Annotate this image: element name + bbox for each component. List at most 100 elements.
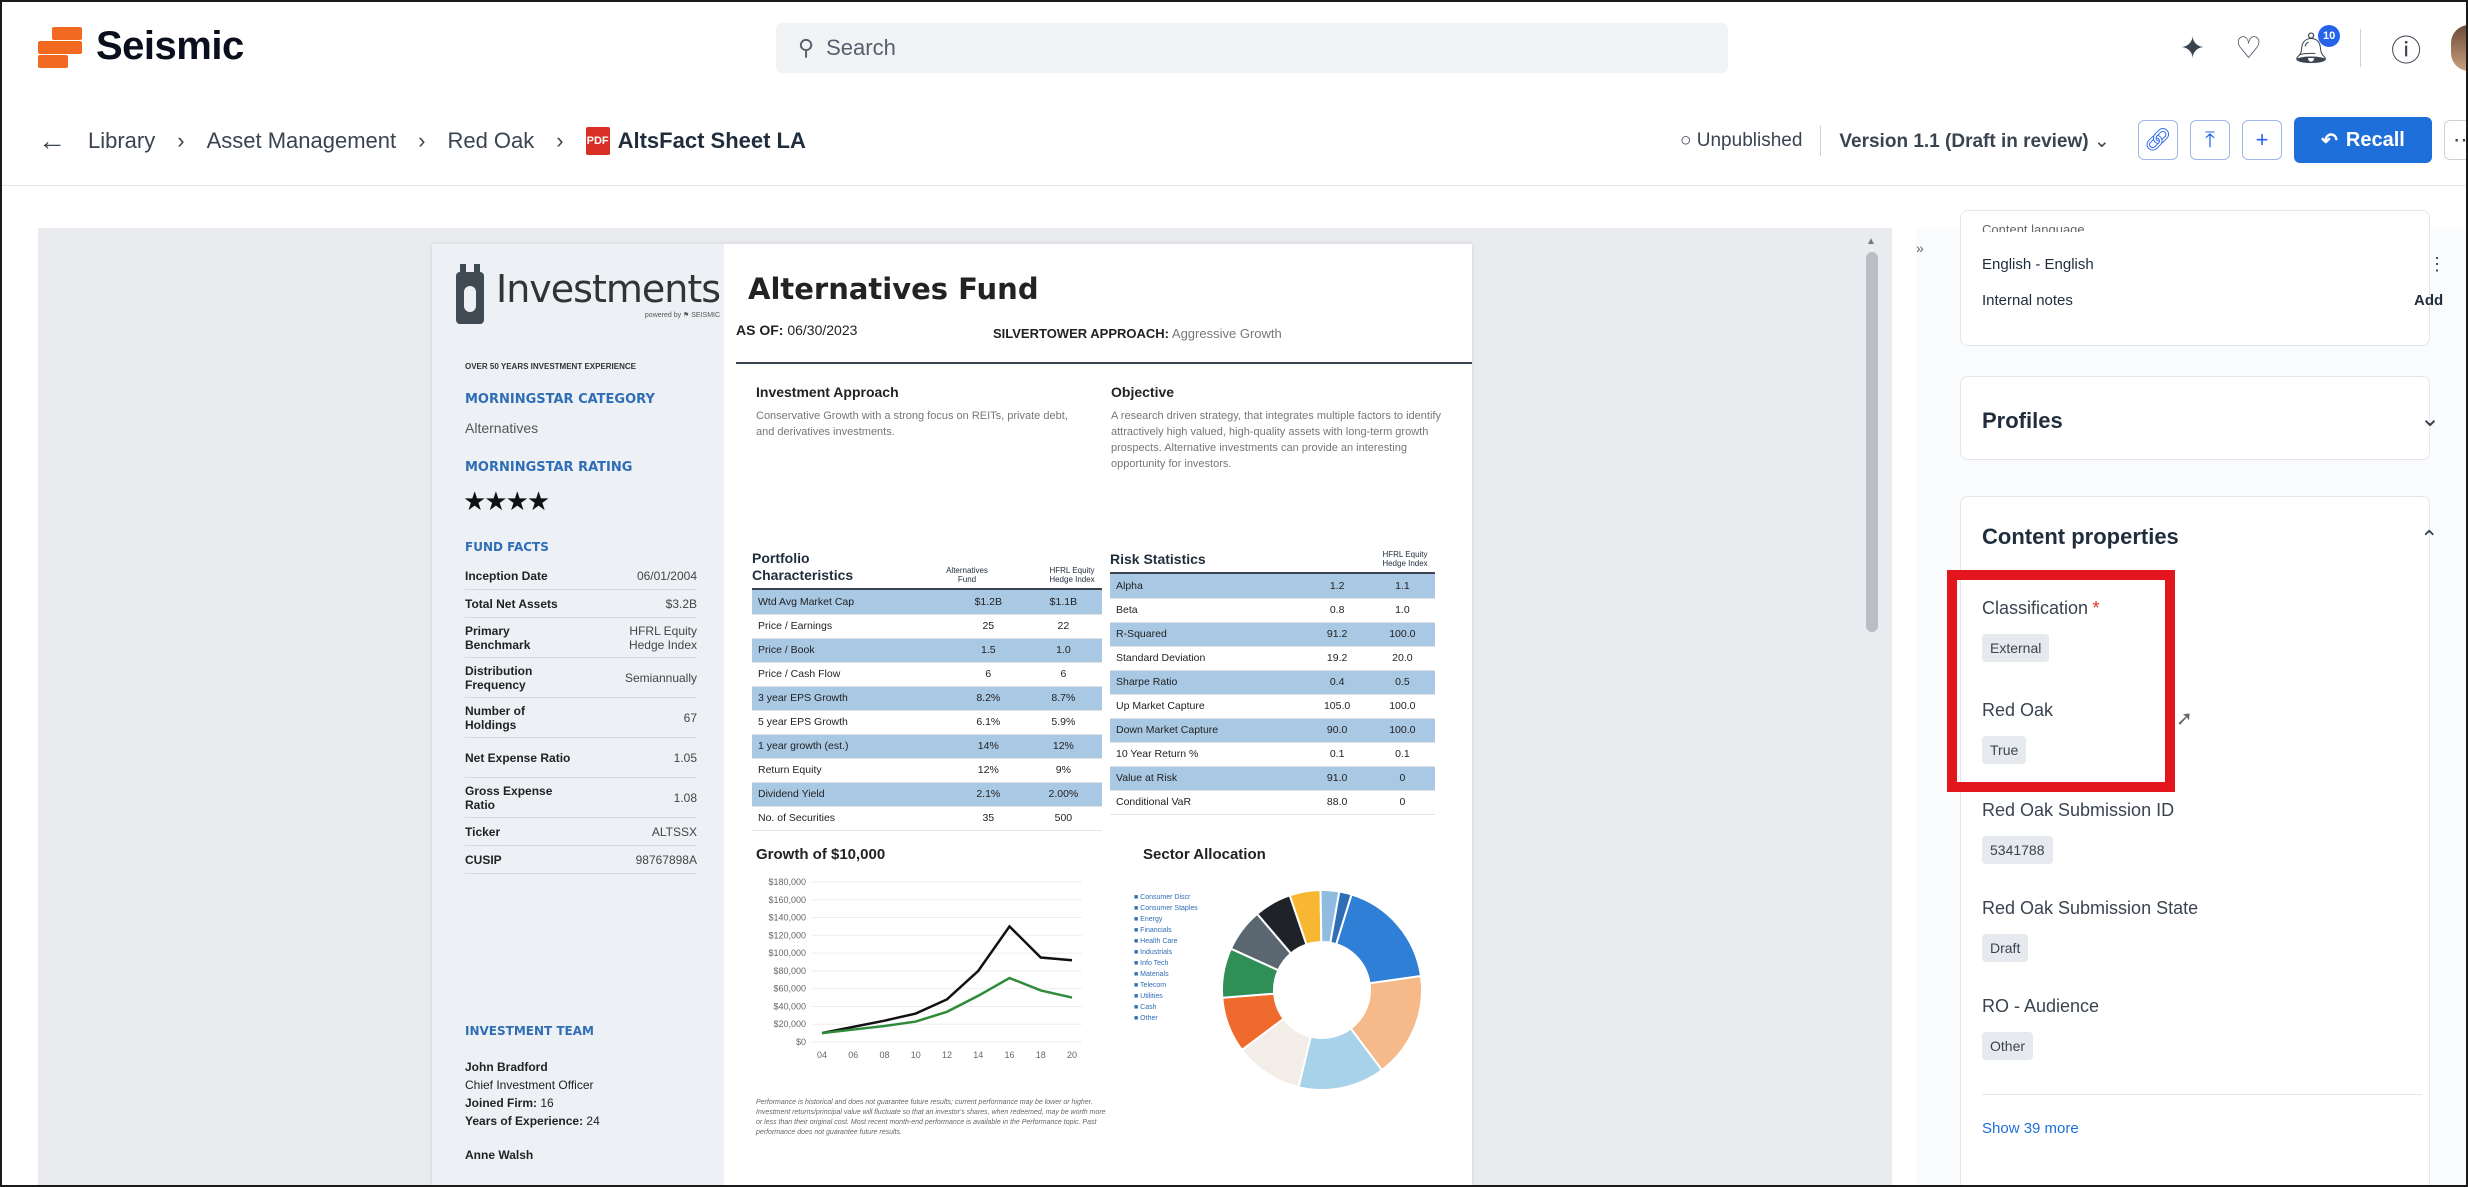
table-cell: 0.8 <box>1304 598 1370 623</box>
recall-button[interactable]: ↶ Recall <box>2294 117 2432 163</box>
seismic-logo[interactable]: Seismic <box>38 24 244 69</box>
upload-button[interactable]: ⤒ <box>2190 120 2230 160</box>
help-icon[interactable]: ⓘ <box>2391 26 2421 70</box>
table-cell: No. of Securities <box>752 806 952 831</box>
avatar[interactable] <box>2451 25 2468 71</box>
table-cell: 2.00% <box>1024 782 1102 807</box>
joined-label: Joined Firm: <box>465 1096 538 1110</box>
fact-label: CUSIP <box>465 852 502 867</box>
table-row: Dividend Yield 2.1% 2.00% <box>752 782 1102 807</box>
team-member-name: John Bradford <box>465 1060 548 1074</box>
table-row: Conditional VaR 88.0 0 <box>1110 790 1435 815</box>
table-cell: 1.1 <box>1369 574 1435 599</box>
divider <box>736 362 1472 364</box>
experience-text: OVER 50 YEARS INVESTMENT EXPERIENCE <box>465 362 637 371</box>
y-tick-label: $20,000 <box>773 1019 806 1029</box>
show-more-link[interactable]: Show 39 more <box>1982 1120 2079 1137</box>
table-cell: 1.0 <box>1024 638 1102 663</box>
more-vertical-icon[interactable]: ⋮ <box>2428 254 2446 275</box>
favorites-icon[interactable]: ♡ <box>2235 31 2262 66</box>
sector-chart-title: Sector Allocation <box>1143 846 1266 863</box>
table-cell: 0 <box>1369 790 1435 815</box>
table-cell: 500 <box>1024 806 1102 831</box>
breadcrumb-library[interactable]: Library <box>88 128 155 154</box>
team-member-name: Anne Walsh <box>465 1148 534 1162</box>
fund-fact-row: Ticker ALTSSX <box>465 818 697 846</box>
y-tick-label: $160,000 <box>768 895 806 905</box>
risk-table: Alpha 1.2 1.1 Beta 0.8 1.0 R-Squared 91.2 100.0 S… <box>1110 574 1435 815</box>
table-row: Return Equity 12% 9% <box>752 758 1102 783</box>
add-button[interactable]: + <box>2242 120 2282 160</box>
table-row: Down Market Capture 90.0 100.0 <box>1110 718 1435 743</box>
table-cell: Price / Earnings <box>752 614 952 639</box>
back-arrow-icon[interactable]: ← <box>38 125 66 157</box>
audience-value[interactable]: Other <box>1982 1032 2034 1060</box>
scrollbar-thumb[interactable] <box>1866 252 1878 632</box>
y-tick-label: $60,000 <box>773 984 806 994</box>
fact-value: $3.2B <box>665 596 697 611</box>
table-cell: 88.0 <box>1304 790 1370 815</box>
x-tick-label: 10 <box>911 1050 921 1060</box>
plus-icon: + <box>2255 127 2269 152</box>
version-dropdown[interactable]: Version 1.1 (Draft in review) ⌄ <box>1839 130 2109 153</box>
table-cell: R-Squared <box>1110 622 1305 647</box>
profiles-title[interactable]: Profiles <box>1982 408 2063 434</box>
approach: SILVERTOWER APPROACH: Aggressive Growth <box>993 326 1282 341</box>
breadcrumb-asset-management[interactable]: Asset Management <box>207 128 397 154</box>
table-cell: 5 year EPS Growth <box>752 710 952 735</box>
submission-state-value[interactable]: Draft <box>1982 934 2029 962</box>
table-cell: 22 <box>1024 614 1102 639</box>
table-cell: Price / Cash Flow <box>752 662 952 687</box>
table-cell: 6 <box>1024 662 1102 687</box>
table-cell: 91.2 <box>1304 622 1370 647</box>
table-cell: $1.2B <box>951 590 1025 615</box>
table-cell: 3 year EPS Growth <box>752 686 952 711</box>
legend-item: ■ Consumer Discr <box>1134 894 1191 901</box>
scroll-up-icon[interactable]: ▲ <box>1866 236 1876 247</box>
collapse-panel-icon[interactable]: » <box>1916 240 1924 256</box>
fact-label: Ticker <box>465 824 501 839</box>
property-label: Red Oak Submission State <box>1982 898 2199 918</box>
as-of-label: AS OF: <box>736 322 784 338</box>
y-tick-label: $180,000 <box>768 877 806 887</box>
table-cell: 6.1% <box>951 710 1025 735</box>
table-row: Beta 0.8 1.0 <box>1110 598 1435 623</box>
table-cell: 10 Year Return % <box>1110 742 1305 767</box>
risk-statistics: Risk Statistics HFRL Equity Hedge Index … <box>1110 550 1435 815</box>
table-cell: 8.7% <box>1024 686 1102 711</box>
chevron-down-icon[interactable]: ⌄ <box>2420 404 2440 433</box>
content-properties-title[interactable]: Content properties <box>1982 524 2179 550</box>
breadcrumb-red-oak[interactable]: Red Oak <box>447 128 534 154</box>
fund-fact-row: CUSIP 98767898A <box>465 846 697 874</box>
years-value: 24 <box>586 1114 600 1128</box>
notification-bell-icon[interactable]: 🔔︎ 10 <box>2292 24 2341 66</box>
chevron-up-icon[interactable]: ⌃ <box>2420 526 2438 552</box>
table-cell: 12% <box>951 758 1025 783</box>
fact-value: 67 <box>683 710 697 725</box>
fact-label: Primary Benchmark <box>465 623 531 652</box>
link-button[interactable]: 🔗︎ <box>2138 120 2178 160</box>
table-cell: 1.5 <box>951 638 1025 663</box>
search-icon: ⚲ <box>798 35 815 60</box>
table-cell: 0 <box>1369 766 1435 791</box>
table-cell: 0.1 <box>1369 742 1435 767</box>
table-cell: 1.2 <box>1304 574 1370 599</box>
table-cell: Return Equity <box>752 758 952 783</box>
add-notes-button[interactable]: Add <box>2414 292 2443 309</box>
version-area: ○ Unpublished Version 1.1 (Draft in revi… <box>1680 120 2110 162</box>
fact-label: Net Expense Ratio <box>465 750 571 765</box>
submission-id-value[interactable]: 5341788 <box>1982 836 2053 864</box>
fact-value: ALTSSX <box>651 824 697 839</box>
morningstar-category: Alternatives <box>465 420 539 436</box>
content-language-label: Content language <box>1982 222 2085 232</box>
table-cell: 105.0 <box>1304 694 1370 719</box>
fact-value: 06/01/2004 <box>636 568 697 583</box>
table-cell: $1.1B <box>1024 590 1102 615</box>
top-icons: ✦ ♡ 🔔︎ 10 ⓘ <box>2180 20 2468 76</box>
series-line <box>821 924 1073 1035</box>
sparkle-icon[interactable]: ✦ <box>2180 31 2205 66</box>
team-member-role: Chief Investment Officer <box>465 1078 594 1092</box>
y-tick-label: $40,000 <box>773 1001 806 1011</box>
search-input[interactable]: ⚲ Search <box>776 23 1728 73</box>
more-button[interactable]: ⋯ <box>2444 120 2468 160</box>
